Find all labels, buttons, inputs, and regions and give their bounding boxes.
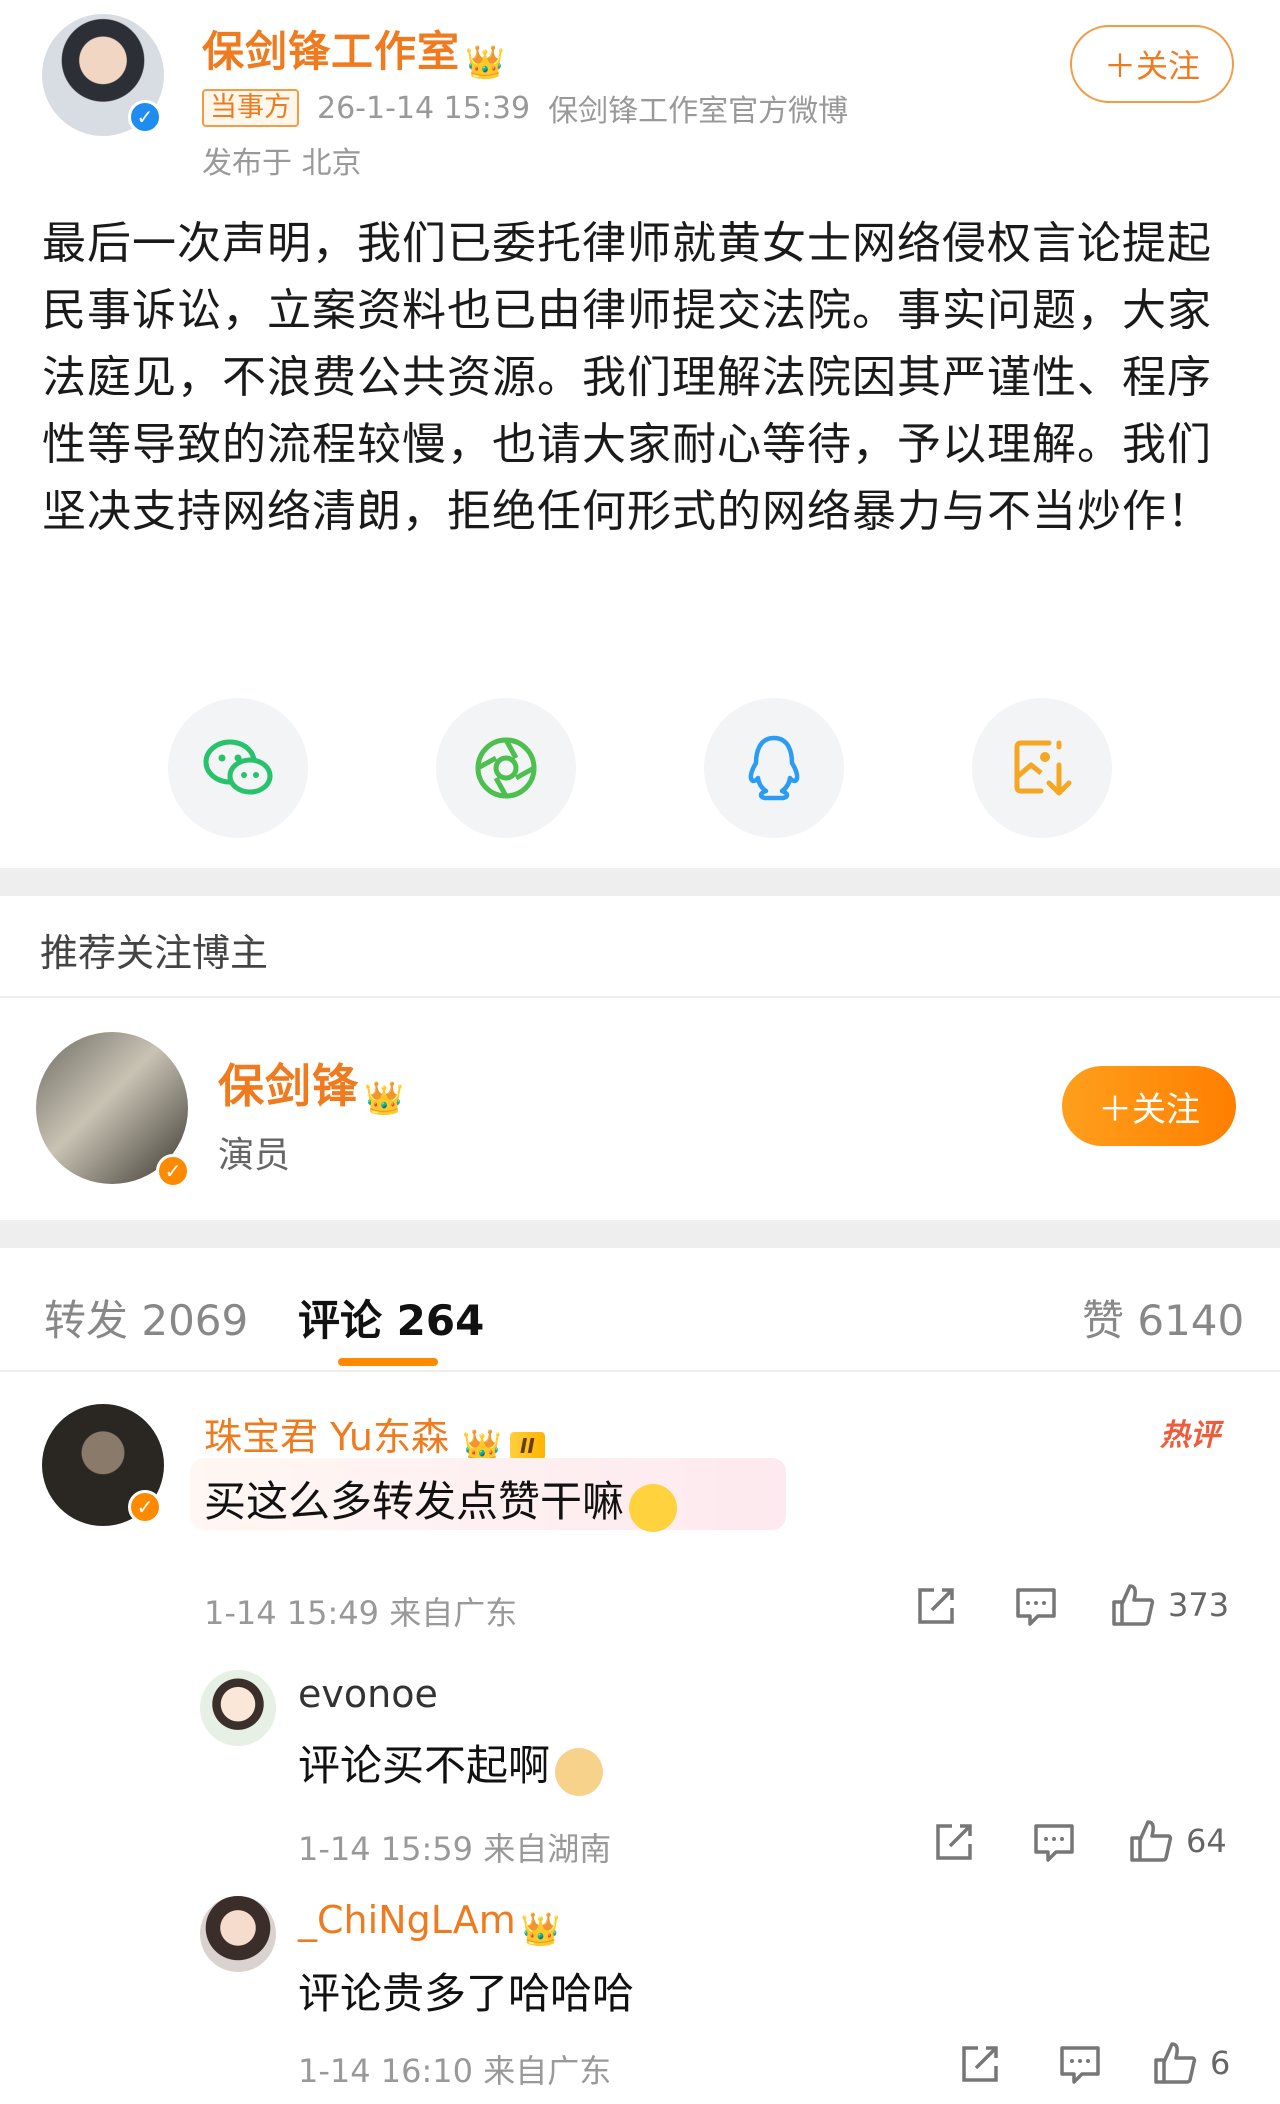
share-icon — [918, 1588, 954, 1624]
reply-reply-button[interactable] — [1032, 1820, 1076, 1864]
recommend-name-row: 保剑锋 👑 — [218, 1050, 404, 1116]
tab-like[interactable]: 赞 6140 — [1082, 1287, 1244, 1348]
reply-avatar[interactable] — [200, 1670, 276, 1746]
divider — [0, 996, 1280, 998]
verified-icon: ✓ — [128, 1490, 162, 1524]
share-icon — [936, 1824, 972, 1860]
post-meta-row: 当事方 26-1-14 15:39 保剑锋工作室官方微博 — [202, 86, 848, 130]
reply-text: 评论买不起啊 — [298, 1741, 551, 1790]
like-reply-button[interactable]: 64 — [1128, 1818, 1227, 1864]
share-icon — [962, 2046, 998, 2082]
recommend-title: 推荐关注博主 — [40, 931, 269, 975]
commenter-name-row: 珠宝君 Yu东森 👑 II — [204, 1406, 545, 1462]
section-divider — [0, 1220, 1280, 1248]
like-count: 373 — [1168, 1586, 1230, 1624]
tab-comment[interactable]: 评论 264 — [298, 1287, 484, 1348]
share-qq-button[interactable] — [704, 698, 844, 838]
author-name-row: 保剑锋工作室 👑 — [202, 18, 505, 79]
reply-name-row: _ChiNgLAm 👑 — [298, 1898, 561, 1945]
comment-body: 买这么多转发点赞干嘛 — [204, 1468, 678, 1536]
laugh-cry-emoji-icon — [629, 1483, 678, 1532]
thumbs-up-icon — [1112, 1584, 1155, 1626]
reply-avatar[interactable] — [200, 1896, 276, 1972]
thumbs-up-icon — [1154, 2042, 1197, 2084]
reply-time: 1-14 16:10 来自广东 — [298, 2052, 612, 2090]
post-location: 发布于 北京 — [202, 146, 362, 181]
post-timestamp: 26-1-14 15:39 — [317, 90, 531, 126]
wechat-icon — [203, 739, 273, 795]
post-content: 最后一次声明，我们已委托律师就黄女士网络侵权言论提起民事诉讼，立案资料也已由律师… — [42, 218, 1212, 537]
share-wechat-button[interactable] — [168, 698, 308, 838]
comment-icon — [1060, 2046, 1100, 2084]
crown-icon: 👑 — [364, 1078, 404, 1117]
reply-name[interactable]: _ChiNgLAm — [298, 1898, 516, 1942]
reply-time: 1-14 15:59 来自湖南 — [298, 1830, 612, 1868]
like-count: 6 — [1210, 2044, 1231, 2082]
like-reply-button[interactable]: 6 — [1152, 2040, 1230, 2086]
recommend-desc: 演员 — [218, 1135, 291, 1176]
divider — [0, 1370, 1280, 1372]
section-divider — [0, 868, 1280, 896]
party-tag: 当事方 — [202, 89, 299, 127]
crown-icon: 👑 — [462, 1426, 502, 1465]
reply-name[interactable]: evonoe — [298, 1672, 438, 1716]
crown-icon: 👑 — [465, 42, 505, 81]
hot-comment-badge: 热评 — [1160, 1418, 1220, 1453]
tab-repost[interactable]: 转发 2069 — [44, 1287, 248, 1348]
share-moments-button[interactable] — [436, 698, 576, 838]
save-image-icon — [1014, 740, 1072, 796]
doge-emoji-icon — [555, 1747, 604, 1796]
verified-icon: ✓ — [128, 100, 162, 134]
level-badge: II — [509, 1431, 545, 1460]
verified-icon: ✓ — [156, 1154, 190, 1188]
thumbs-up-icon — [1130, 1820, 1173, 1862]
share-comment-button[interactable] — [914, 1584, 958, 1628]
reply-reply-button[interactable] — [1058, 2042, 1102, 2086]
comment-time: 1-14 15:49 来自广东 — [204, 1594, 518, 1632]
post-source: 保剑锋工作室官方微博 — [548, 94, 849, 129]
like-comment-button[interactable]: 373 — [1110, 1582, 1229, 1628]
active-tab-indicator — [338, 1358, 438, 1366]
commenter-name[interactable]: 珠宝君 Yu东森 — [204, 1415, 449, 1459]
comment-icon — [1034, 1824, 1074, 1862]
like-count: 64 — [1186, 1822, 1227, 1860]
reply-body: 评论买不起啊 — [298, 1732, 604, 1800]
recommend-name[interactable]: 保剑锋 — [218, 1059, 359, 1113]
moments-icon — [475, 737, 537, 799]
follow-button[interactable]: ＋关注 — [1070, 25, 1234, 103]
comment-text: 买这么多转发点赞干嘛 — [204, 1477, 625, 1526]
author-name[interactable]: 保剑锋工作室 — [202, 27, 460, 76]
crown-icon: 👑 — [520, 1909, 561, 1948]
recommend-follow-button[interactable]: ＋关注 — [1062, 1066, 1236, 1146]
comment-icon — [1016, 1588, 1056, 1626]
qq-icon — [748, 735, 800, 801]
share-reply-button[interactable] — [958, 2042, 1002, 2086]
reply-text: 评论贵多了哈哈哈 — [298, 1969, 635, 2018]
reply-comment-button[interactable] — [1014, 1584, 1058, 1628]
save-image-button[interactable] — [972, 698, 1112, 838]
share-reply-button[interactable] — [932, 1820, 976, 1864]
